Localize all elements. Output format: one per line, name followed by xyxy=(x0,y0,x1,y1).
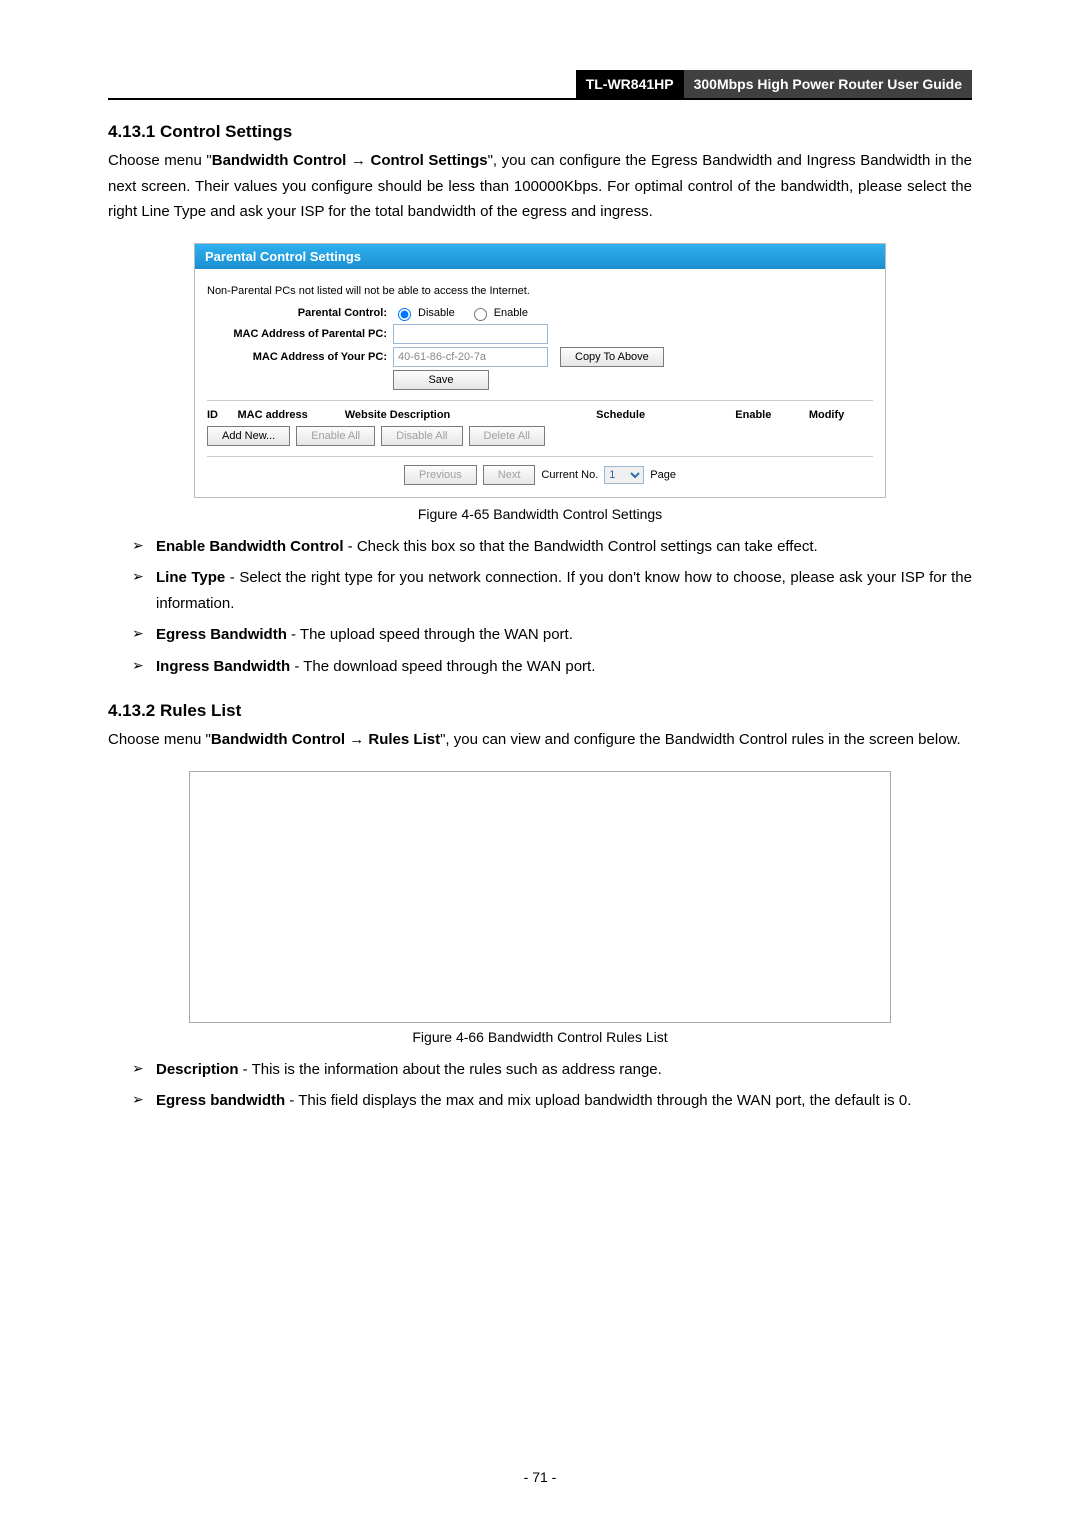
desc: - Check this box so that the Bandwidth C… xyxy=(344,538,818,555)
section-heading-rules-list: 4.13.2 Rules List xyxy=(108,701,972,721)
th-web: Website Description xyxy=(345,409,596,421)
list-item: Enable Bandwidth Control - Check this bo… xyxy=(132,534,972,560)
section1-intro: Choose menu "Bandwidth Control → Control… xyxy=(108,148,972,225)
copy-to-above-button[interactable]: Copy To Above xyxy=(560,347,664,367)
list-item: Description - This is the information ab… xyxy=(132,1057,972,1083)
desc: - This field displays the max and mix up… xyxy=(285,1092,911,1109)
radio-enable-input[interactable] xyxy=(474,308,487,321)
divider xyxy=(207,400,873,401)
desc: - The upload speed through the WAN port. xyxy=(287,626,573,643)
th-modify: Modify xyxy=(809,409,873,421)
term: Egress Bandwidth xyxy=(156,626,287,643)
th-enable: Enable xyxy=(735,409,809,421)
text: ", you can view and configure the Bandwi… xyxy=(440,731,961,748)
figure-panel-rules-list xyxy=(189,771,891,1023)
next-button[interactable]: Next xyxy=(483,465,536,485)
list-item: Egress Bandwidth - The upload speed thro… xyxy=(132,622,972,648)
th-id: ID xyxy=(207,409,237,421)
figure-panel-control-settings: Parental Control Settings Non-Parental P… xyxy=(194,243,886,498)
enable-all-button[interactable]: Enable All xyxy=(296,426,375,446)
label-mac-parent: MAC Address of Parental PC: xyxy=(207,328,393,340)
label-mac-your: MAC Address of Your PC: xyxy=(207,351,393,363)
term: Enable Bandwidth Control xyxy=(156,538,344,555)
text: Choose menu " xyxy=(108,731,211,748)
th-mac: MAC address xyxy=(237,409,344,421)
figure-caption-65: Figure 4-65 Bandwidth Control Settings xyxy=(108,506,972,522)
arrow-right-icon: → xyxy=(349,731,368,748)
panel-note: Non-Parental PCs not listed will not be … xyxy=(207,285,873,297)
text: Choose menu " xyxy=(108,152,212,169)
radio-disable-input[interactable] xyxy=(398,308,411,321)
list-item: Egress bandwidth - This field displays t… xyxy=(132,1088,972,1114)
figure-caption-66: Figure 4-66 Bandwidth Control Rules List xyxy=(108,1029,972,1045)
desc: - Select the right type for you network … xyxy=(156,569,972,612)
term: Egress bandwidth xyxy=(156,1092,285,1109)
page-label: Page xyxy=(650,469,676,481)
bullets-rules-list: Description - This is the information ab… xyxy=(108,1057,972,1114)
input-mac-your[interactable] xyxy=(393,347,548,367)
header-model: TL-WR841HP xyxy=(576,70,684,98)
radio-disable-label: Disable xyxy=(418,307,455,319)
list-item: Line Type - Select the right type for yo… xyxy=(132,565,972,616)
breadcrumb-1: Bandwidth Control xyxy=(212,152,347,169)
page-number: - 71 - xyxy=(0,1469,1080,1485)
previous-button[interactable]: Previous xyxy=(404,465,477,485)
breadcrumb-2: Rules List xyxy=(368,731,440,748)
radio-enable-label: Enable xyxy=(494,307,528,319)
breadcrumb-2: Control Settings xyxy=(371,152,488,169)
rules-table-header: ID MAC address Website Description Sched… xyxy=(207,407,873,423)
breadcrumb-1: Bandwidth Control xyxy=(211,731,345,748)
radio-enable[interactable]: Enable xyxy=(469,305,528,321)
delete-all-button[interactable]: Delete All xyxy=(469,426,545,446)
bullets-control-settings: Enable Bandwidth Control - Check this bo… xyxy=(108,534,972,680)
save-button[interactable]: Save xyxy=(393,370,489,390)
term: Line Type xyxy=(156,569,225,586)
input-mac-parent[interactable] xyxy=(393,324,548,344)
radio-disable[interactable]: Disable xyxy=(393,305,455,321)
desc: - The download speed through the WAN por… xyxy=(290,658,595,675)
document-header: TL-WR841HP 300Mbps High Power Router Use… xyxy=(108,70,972,100)
add-new-button[interactable]: Add New... xyxy=(207,426,290,446)
term: Description xyxy=(156,1061,239,1078)
term: Ingress Bandwidth xyxy=(156,658,290,675)
disable-all-button[interactable]: Disable All xyxy=(381,426,462,446)
panel-footer: Previous Next Current No. 1 Page xyxy=(207,456,873,485)
th-schedule: Schedule xyxy=(596,409,735,421)
rules-button-row: Add New... Enable All Disable All Delete… xyxy=(207,426,873,446)
current-no-label: Current No. xyxy=(541,469,598,481)
list-item: Ingress Bandwidth - The download speed t… xyxy=(132,654,972,680)
page-select[interactable]: 1 xyxy=(604,466,644,484)
panel-title: Parental Control Settings xyxy=(195,244,885,269)
label-parental-control: Parental Control: xyxy=(207,307,393,319)
header-title: 300Mbps High Power Router User Guide xyxy=(684,70,972,98)
arrow-right-icon: → xyxy=(351,152,371,169)
desc: - This is the information about the rule… xyxy=(239,1061,662,1078)
section-heading-control-settings: 4.13.1 Control Settings xyxy=(108,122,972,142)
section2-intro: Choose menu "Bandwidth Control → Rules L… xyxy=(108,727,972,753)
